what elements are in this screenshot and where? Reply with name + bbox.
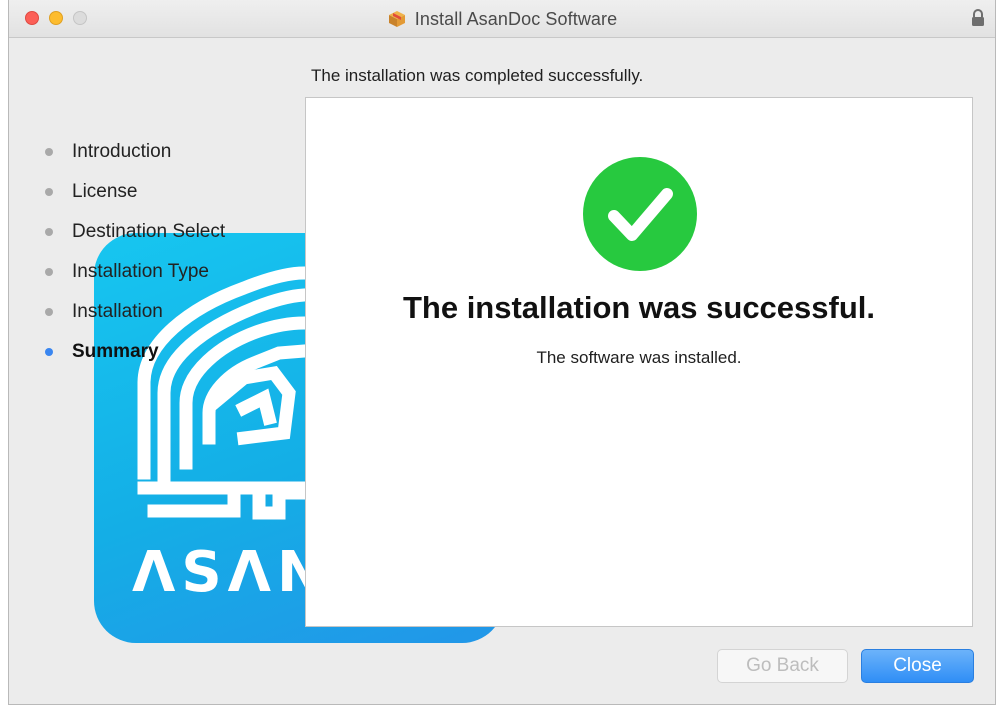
sidebar-item-label: Installation Type xyxy=(72,261,209,282)
installer-window: Install AsanDoc Software The installatio… xyxy=(8,0,996,705)
success-subtitle: The software was installed. xyxy=(536,348,742,367)
close-button[interactable]: Close xyxy=(861,649,974,683)
svg-text:ΛSΛN: ΛSΛN xyxy=(132,540,330,605)
go-back-button[interactable]: Go Back xyxy=(717,649,848,683)
active-step-bullet-icon xyxy=(45,348,53,356)
checkmark-circle-icon xyxy=(583,157,697,271)
sidebar-item-summary: Summary xyxy=(37,332,225,372)
sidebar-item-label: Introduction xyxy=(72,141,172,162)
step-bullet-icon xyxy=(45,228,53,236)
window-title-group: Install AsanDoc Software xyxy=(9,0,995,38)
sidebar-item-license: License xyxy=(37,172,225,212)
completion-header: The installation was completed successfu… xyxy=(311,66,644,85)
package-icon xyxy=(388,11,405,27)
sidebar-item-introduction: Introduction xyxy=(37,132,225,172)
step-bullet-icon xyxy=(45,148,53,156)
sidebar-item-label: License xyxy=(72,181,138,202)
step-bullet-icon xyxy=(45,188,53,196)
sidebar-item-installation: Installation xyxy=(37,292,225,332)
sidebar-item-installation-type: Installation Type xyxy=(37,252,225,292)
step-bullet-icon xyxy=(45,268,53,276)
sidebar-item-label: Destination Select xyxy=(72,221,226,242)
title-bar[interactable]: Install AsanDoc Software xyxy=(9,0,995,38)
window-title: Install AsanDoc Software xyxy=(414,8,618,29)
sidebar-item-label: Installation xyxy=(72,301,163,322)
lock-icon xyxy=(972,9,984,26)
step-bullet-icon xyxy=(45,308,53,316)
sidebar-item-destination-select: Destination Select xyxy=(37,212,225,252)
sidebar-item-label: Summary xyxy=(72,341,159,362)
steps-sidebar: Introduction License Destination Select … xyxy=(37,132,225,372)
summary-panel: The installation was successful. The sof… xyxy=(305,97,973,627)
success-title: The installation was successful. xyxy=(402,290,876,325)
